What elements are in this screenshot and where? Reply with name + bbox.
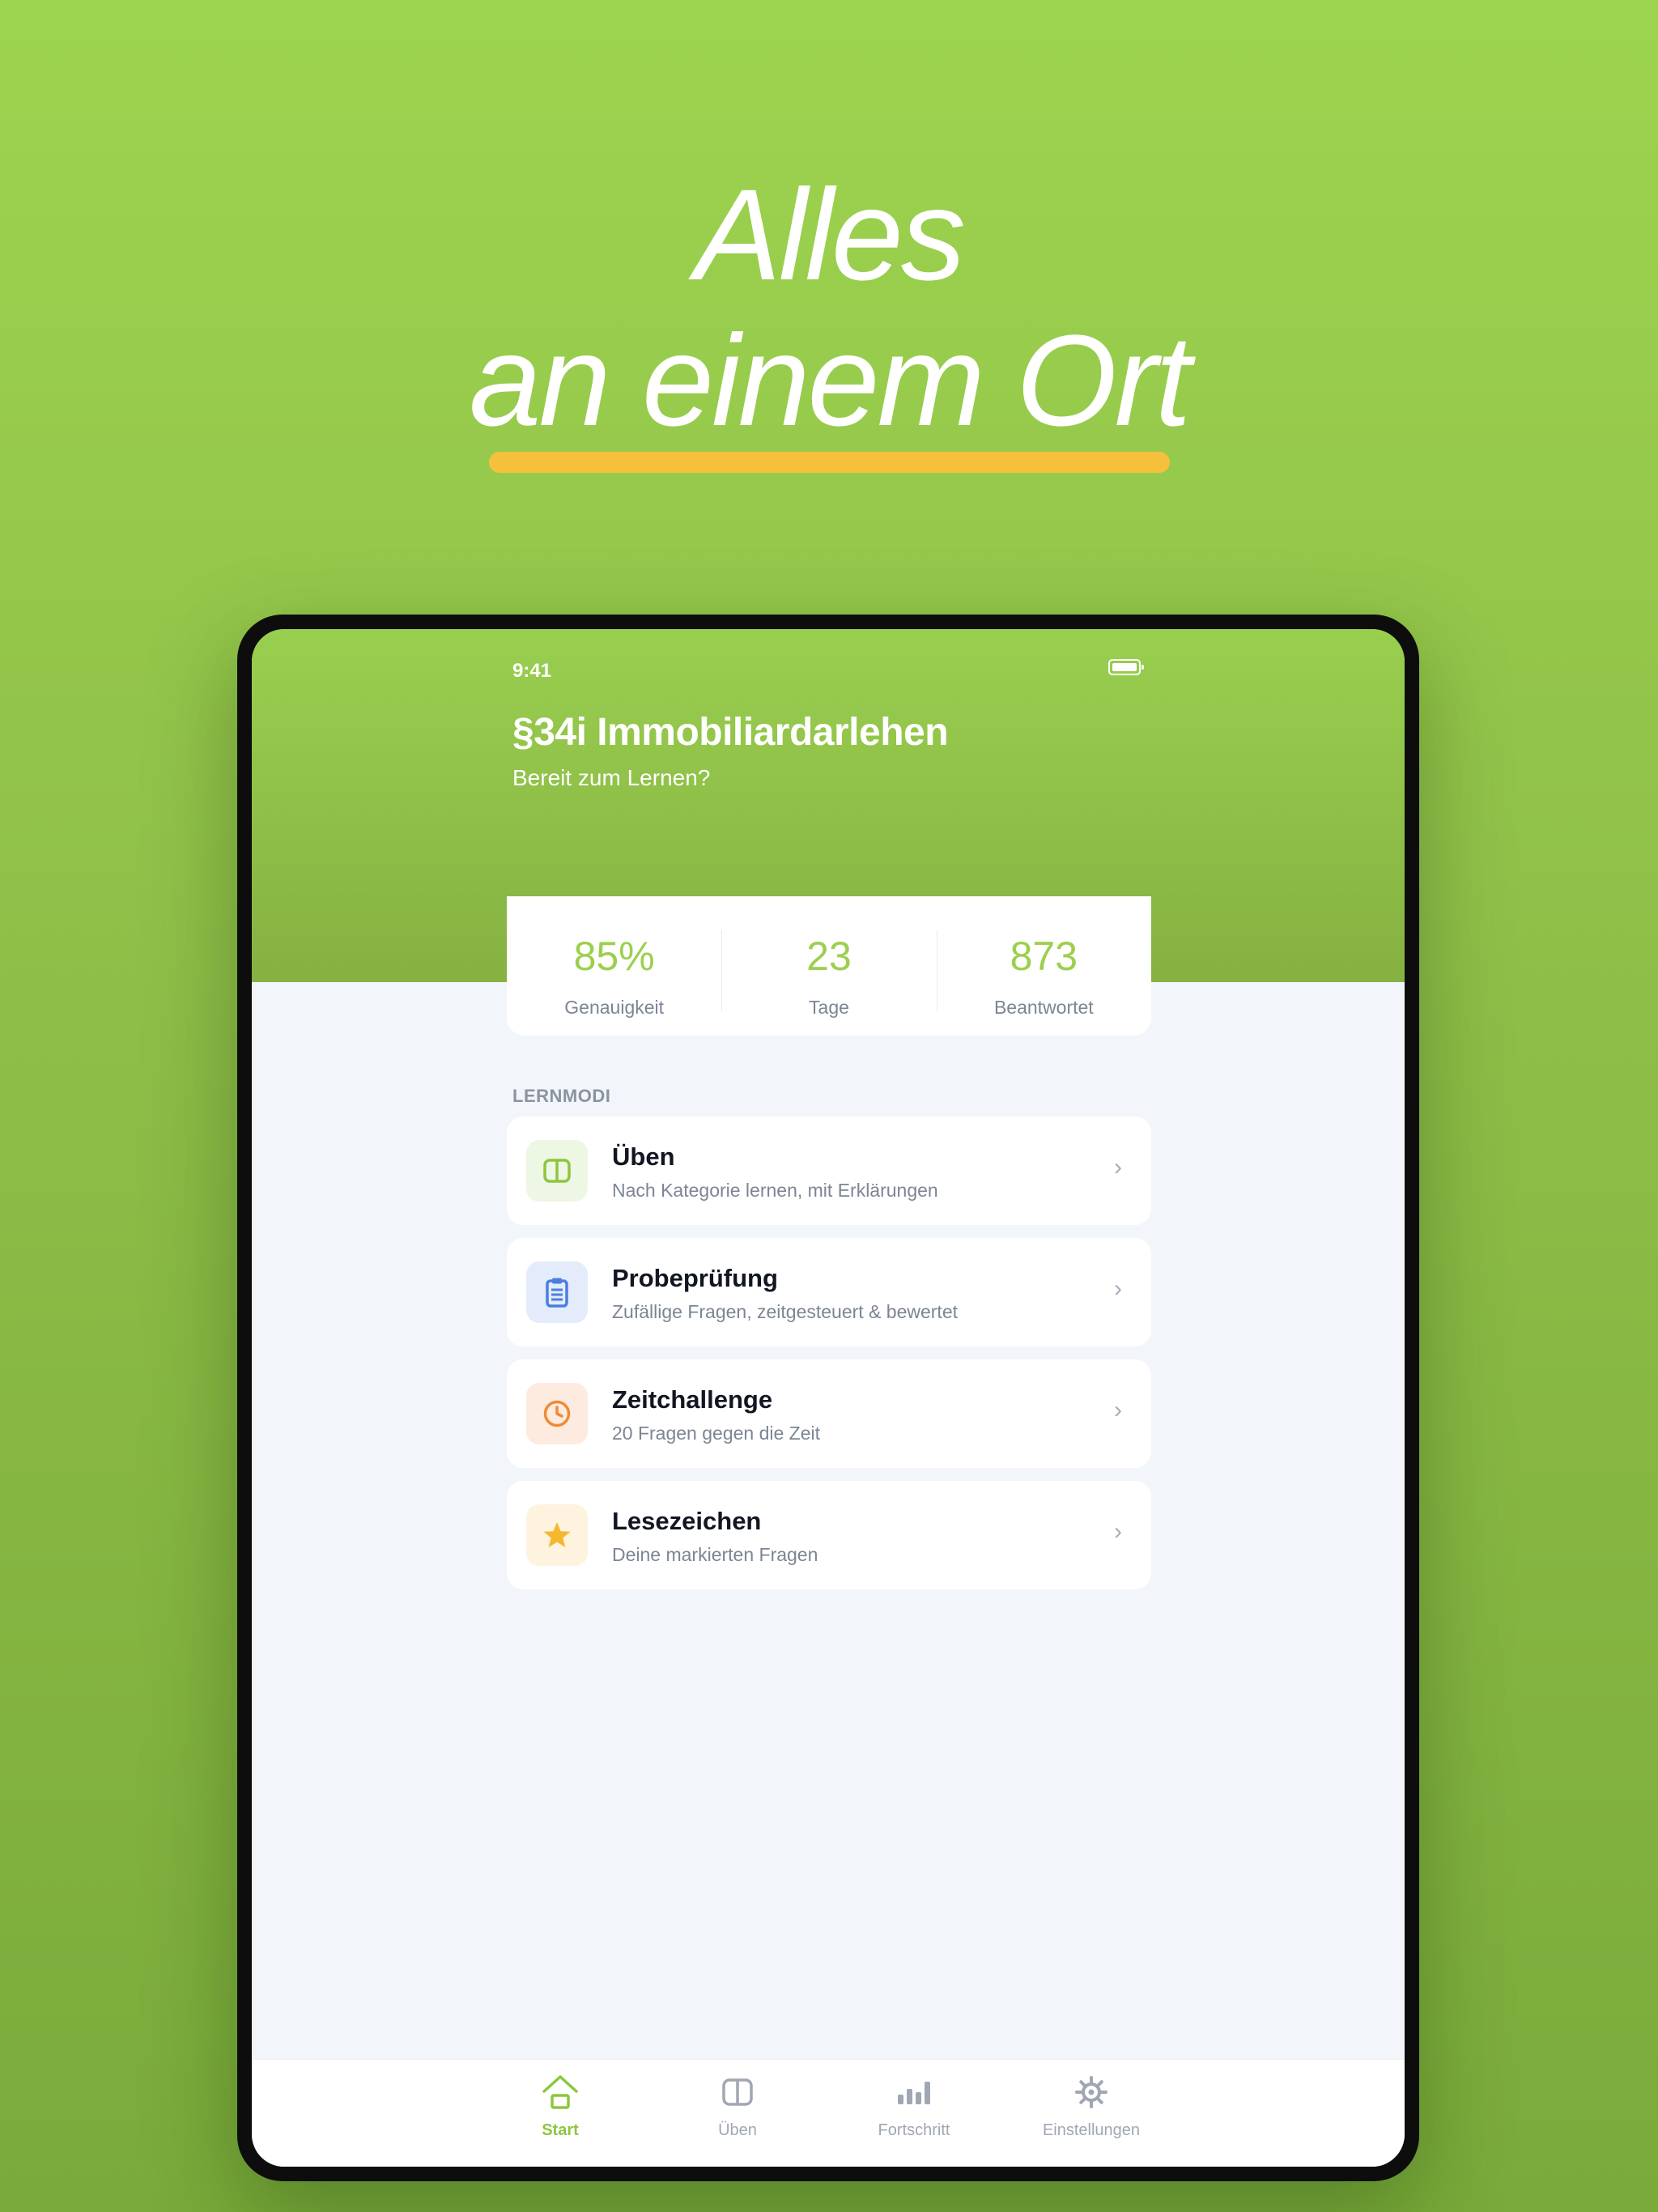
mode-title: Lesezeichen (612, 1507, 762, 1535)
chevron-right-icon: › (1114, 1154, 1122, 1180)
gear-icon (1018, 2071, 1164, 2113)
stat-label: Beantwortet (993, 997, 1094, 1018)
section-label-lernmodi: LERNMODI (512, 1086, 611, 1106)
mode-item-lesezeichen[interactable]: Lesezeichen Deine markierten Fragen › (507, 1481, 1151, 1589)
tab-bar: Start Üben Fortschritt Einstellungen (252, 2059, 1405, 2167)
chevron-right-icon: › (1114, 1275, 1122, 1302)
stat-value: 85% (573, 934, 655, 979)
tab-label: Fortschritt (878, 2121, 950, 2139)
tab-fortschritt[interactable]: Fortschritt (841, 2071, 987, 2140)
mode-title: Zeitchallenge (612, 1385, 773, 1414)
bar-chart-icon (841, 2071, 987, 2113)
headline-line-1: Alles (695, 162, 966, 307)
home-icon (487, 2071, 633, 2113)
mode-description: Zufällige Fragen, zeitgesteuert & bewert… (612, 1301, 959, 1322)
stat-label: Tage (809, 997, 849, 1018)
status-time: 9:41 (512, 660, 552, 682)
stat-label: Genauigkeit (564, 997, 665, 1018)
tablet-frame: 9:41 §34i Immobiliardarlehen Bereit zum … (237, 615, 1419, 2181)
stat-days: 23 Tage (721, 901, 936, 1036)
tab-label: Üben (718, 2121, 757, 2139)
clock-icon (526, 1383, 588, 1444)
tab-einstellungen[interactable]: Einstellungen (1018, 2071, 1164, 2140)
headline-underline (489, 452, 1170, 473)
tab-label: Einstellungen (1042, 2121, 1141, 2139)
mode-description: Deine markierten Fragen (612, 1544, 818, 1565)
mode-description: 20 Fragen gegen die Zeit (612, 1423, 821, 1444)
battery-full-icon (1108, 659, 1144, 675)
stat-answered: 873 Beantwortet (936, 901, 1151, 1036)
mode-description: Nach Kategorie lernen, mit Erklärungen (612, 1180, 938, 1201)
mode-title: Probeprüfung (612, 1264, 778, 1292)
learning-modes-list: Üben Nach Kategorie lernen, mit Erklärun… (507, 1117, 1151, 1602)
page-subtitle: Bereit zum Lernen? (512, 765, 711, 790)
stat-value: 23 (806, 934, 852, 979)
book-icon (665, 2071, 810, 2113)
tab-label: Start (542, 2121, 579, 2139)
mode-item-ueben[interactable]: Üben Nach Kategorie lernen, mit Erklärun… (507, 1117, 1151, 1225)
mode-item-probepruefung[interactable]: Probeprüfung Zufällige Fragen, zeitgeste… (507, 1238, 1151, 1346)
mode-title: Üben (612, 1142, 675, 1171)
book-icon (526, 1140, 588, 1202)
chevron-right-icon: › (1114, 1397, 1122, 1423)
chevron-right-icon: › (1114, 1518, 1122, 1545)
star-icon (526, 1504, 588, 1566)
tab-ueben[interactable]: Üben (665, 2071, 810, 2140)
stat-accuracy: 85% Genauigkeit (507, 901, 721, 1036)
mode-item-zeitchallenge[interactable]: Zeitchallenge 20 Fragen gegen die Zeit › (507, 1359, 1151, 1468)
clipboard-icon (526, 1261, 588, 1323)
tab-start[interactable]: Start (487, 2071, 633, 2140)
stat-value: 873 (1010, 934, 1078, 979)
headline-line-2: an einem Ort (469, 308, 1192, 453)
app-screen: 9:41 §34i Immobiliardarlehen Bereit zum … (252, 629, 1405, 2167)
stats-card: 85% Genauigkeit 23 Tage 873 Beantwortet (507, 896, 1151, 1036)
page-title: §34i Immobiliardarlehen (512, 711, 949, 754)
